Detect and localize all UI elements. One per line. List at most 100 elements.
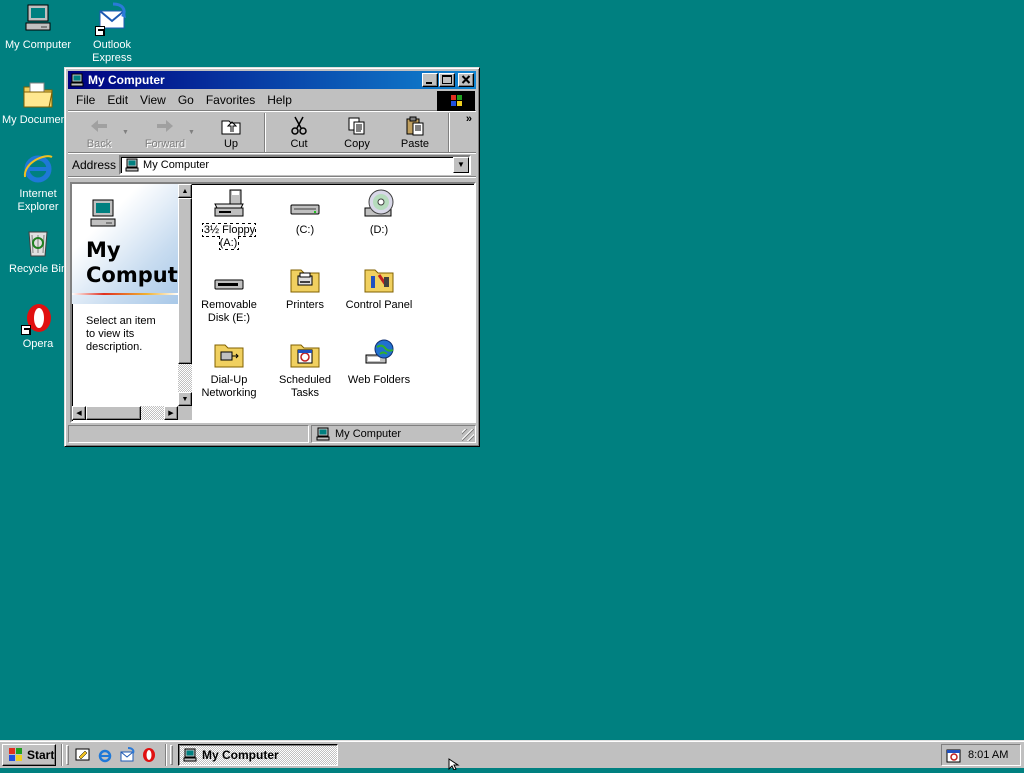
quick-launch-grip[interactable]: [66, 744, 69, 765]
desktop-icon-label: Express: [92, 52, 132, 64]
copy-icon: [346, 116, 368, 136]
paste-button[interactable]: Paste: [386, 113, 444, 152]
item-printers[interactable]: Printers: [268, 261, 342, 312]
removable-disk-icon: [212, 263, 246, 295]
taskbar-separator: [165, 743, 167, 766]
menu-favorites[interactable]: Favorites: [200, 93, 261, 107]
scroll-thumb[interactable]: [86, 406, 141, 420]
cut-label: Cut: [290, 138, 308, 150]
address-label: Address: [72, 157, 117, 172]
address-dropdown-button[interactable]: ▼: [453, 156, 469, 173]
copy-button[interactable]: Copy: [328, 113, 386, 152]
info-pane-vertical-scrollbar[interactable]: ▲ ▼: [178, 184, 192, 406]
opera-icon: [141, 747, 157, 763]
computer-icon: [124, 158, 140, 172]
scissors-icon: [288, 116, 310, 136]
opera-icon: [21, 301, 55, 335]
computer-icon: [182, 748, 198, 762]
menu-view[interactable]: View: [134, 93, 172, 107]
desktop-icon-outlook-express[interactable]: Outlook Express: [74, 2, 150, 65]
scheduled-tasks-icon: [288, 338, 322, 370]
toolbar-overflow-chevron-icon[interactable]: »: [466, 113, 472, 125]
scroll-left-button[interactable]: ◀: [72, 406, 86, 420]
desktop-icon-my-computer[interactable]: My Computer: [0, 2, 76, 52]
start-button[interactable]: Start: [2, 743, 56, 766]
up-button[interactable]: Up: [202, 113, 260, 152]
windows-logo-icon: [6, 747, 24, 762]
address-value: My Computer: [143, 158, 210, 171]
menu-go[interactable]: Go: [172, 93, 200, 107]
info-pane-title: My Computer: [86, 238, 192, 287]
task-area-grip[interactable]: [170, 744, 173, 765]
item-label: Networking: [201, 387, 257, 399]
close-button[interactable]: [458, 73, 474, 87]
folder-up-icon: [220, 116, 242, 136]
menu-file[interactable]: File: [70, 93, 101, 107]
item-drive-c[interactable]: (C:): [268, 186, 342, 237]
forward-button[interactable]: Forward: [136, 113, 194, 152]
quick-launch-outlook-express[interactable]: [116, 744, 138, 766]
window-title: My Computer: [88, 73, 165, 87]
paste-icon: [404, 116, 426, 136]
menu-help[interactable]: Help: [261, 93, 298, 107]
item-label: 3½ Floppy (A:): [201, 223, 257, 250]
address-input[interactable]: My Computer ▼: [119, 154, 471, 175]
scroll-down-button[interactable]: ▼: [178, 392, 192, 406]
item-label: Control Panel: [345, 299, 413, 311]
item-floppy-a[interactable]: 3½ Floppy (A:): [192, 186, 266, 250]
back-button[interactable]: Back: [70, 113, 128, 152]
cut-button[interactable]: Cut: [270, 113, 328, 152]
item-label: (C:): [295, 224, 315, 236]
toolbar-separator: [448, 113, 450, 152]
window-titlebar[interactable]: My Computer: [68, 71, 476, 89]
status-pane-right: My Computer: [311, 425, 476, 443]
quick-launch-internet-explorer[interactable]: [94, 744, 116, 766]
paste-label: Paste: [400, 138, 430, 150]
copy-label: Copy: [344, 138, 370, 150]
quick-launch-show-desktop[interactable]: [72, 744, 94, 766]
forward-label: Forward: [144, 138, 186, 150]
recycle-bin-icon: [21, 226, 55, 260]
item-drive-d[interactable]: (D:): [342, 186, 416, 237]
up-label: Up: [223, 138, 239, 150]
minimize-button[interactable]: [422, 73, 438, 87]
web-folders-icon: [362, 338, 396, 370]
dial-up-networking-icon: [212, 338, 246, 370]
scroll-thumb[interactable]: [178, 198, 192, 364]
internet-explorer-icon: [97, 747, 113, 763]
item-removable-disk-e[interactable]: Removable Disk (E:): [192, 261, 266, 325]
mouse-pointer-icon: [448, 758, 460, 773]
item-scheduled-tasks[interactable]: Scheduled Tasks: [268, 336, 342, 400]
desktop-icon-label: Outlook: [93, 39, 131, 51]
scroll-up-button[interactable]: ▲: [178, 184, 192, 198]
computer-icon: [70, 73, 84, 87]
scroll-right-button[interactable]: ▶: [164, 406, 178, 420]
info-pane-horizontal-scrollbar[interactable]: ◀ ▶: [72, 406, 178, 420]
maximize-button[interactable]: [439, 73, 455, 87]
shortcut-arrow-icon: [21, 325, 31, 335]
task-scheduler-icon[interactable]: [946, 747, 962, 763]
menu-edit[interactable]: Edit: [101, 93, 134, 107]
item-dial-up-networking[interactable]: Dial-Up Networking: [192, 336, 266, 400]
internet-explorer-icon: [21, 151, 55, 185]
forward-dropdown-icon[interactable]: ▼: [188, 113, 198, 152]
my-computer-window[interactable]: My Computer File Edit View Go Favorites …: [64, 67, 480, 447]
item-control-panel[interactable]: Control Panel: [342, 261, 416, 312]
outlook-express-icon: [95, 2, 129, 36]
item-web-folders[interactable]: Web Folders: [342, 336, 416, 387]
quick-launch-opera[interactable]: [138, 744, 160, 766]
back-dropdown-icon[interactable]: ▼: [122, 113, 132, 152]
taskbar-button-my-computer[interactable]: My Computer: [178, 743, 338, 766]
item-label: (D:): [369, 224, 389, 236]
standard-toolbar: Back ▼ Forward ▼ Up Cut Copy Paste »: [68, 111, 476, 153]
item-label: Dial-Up: [210, 374, 248, 386]
desktop-icon-label: My Computer: [4, 39, 72, 51]
shortcut-arrow-icon: [95, 26, 105, 36]
clock[interactable]: 8:01 AM: [968, 749, 1008, 761]
drive-icon-grid: 3½ Floppy (A:) (C:) (D:) Removable Disk …: [192, 184, 474, 421]
resize-grip-icon[interactable]: [462, 429, 474, 441]
computer-icon: [315, 427, 331, 441]
computer-icon: [21, 2, 55, 36]
item-label: Printers: [286, 299, 324, 311]
back-arrow-icon: [88, 116, 110, 136]
